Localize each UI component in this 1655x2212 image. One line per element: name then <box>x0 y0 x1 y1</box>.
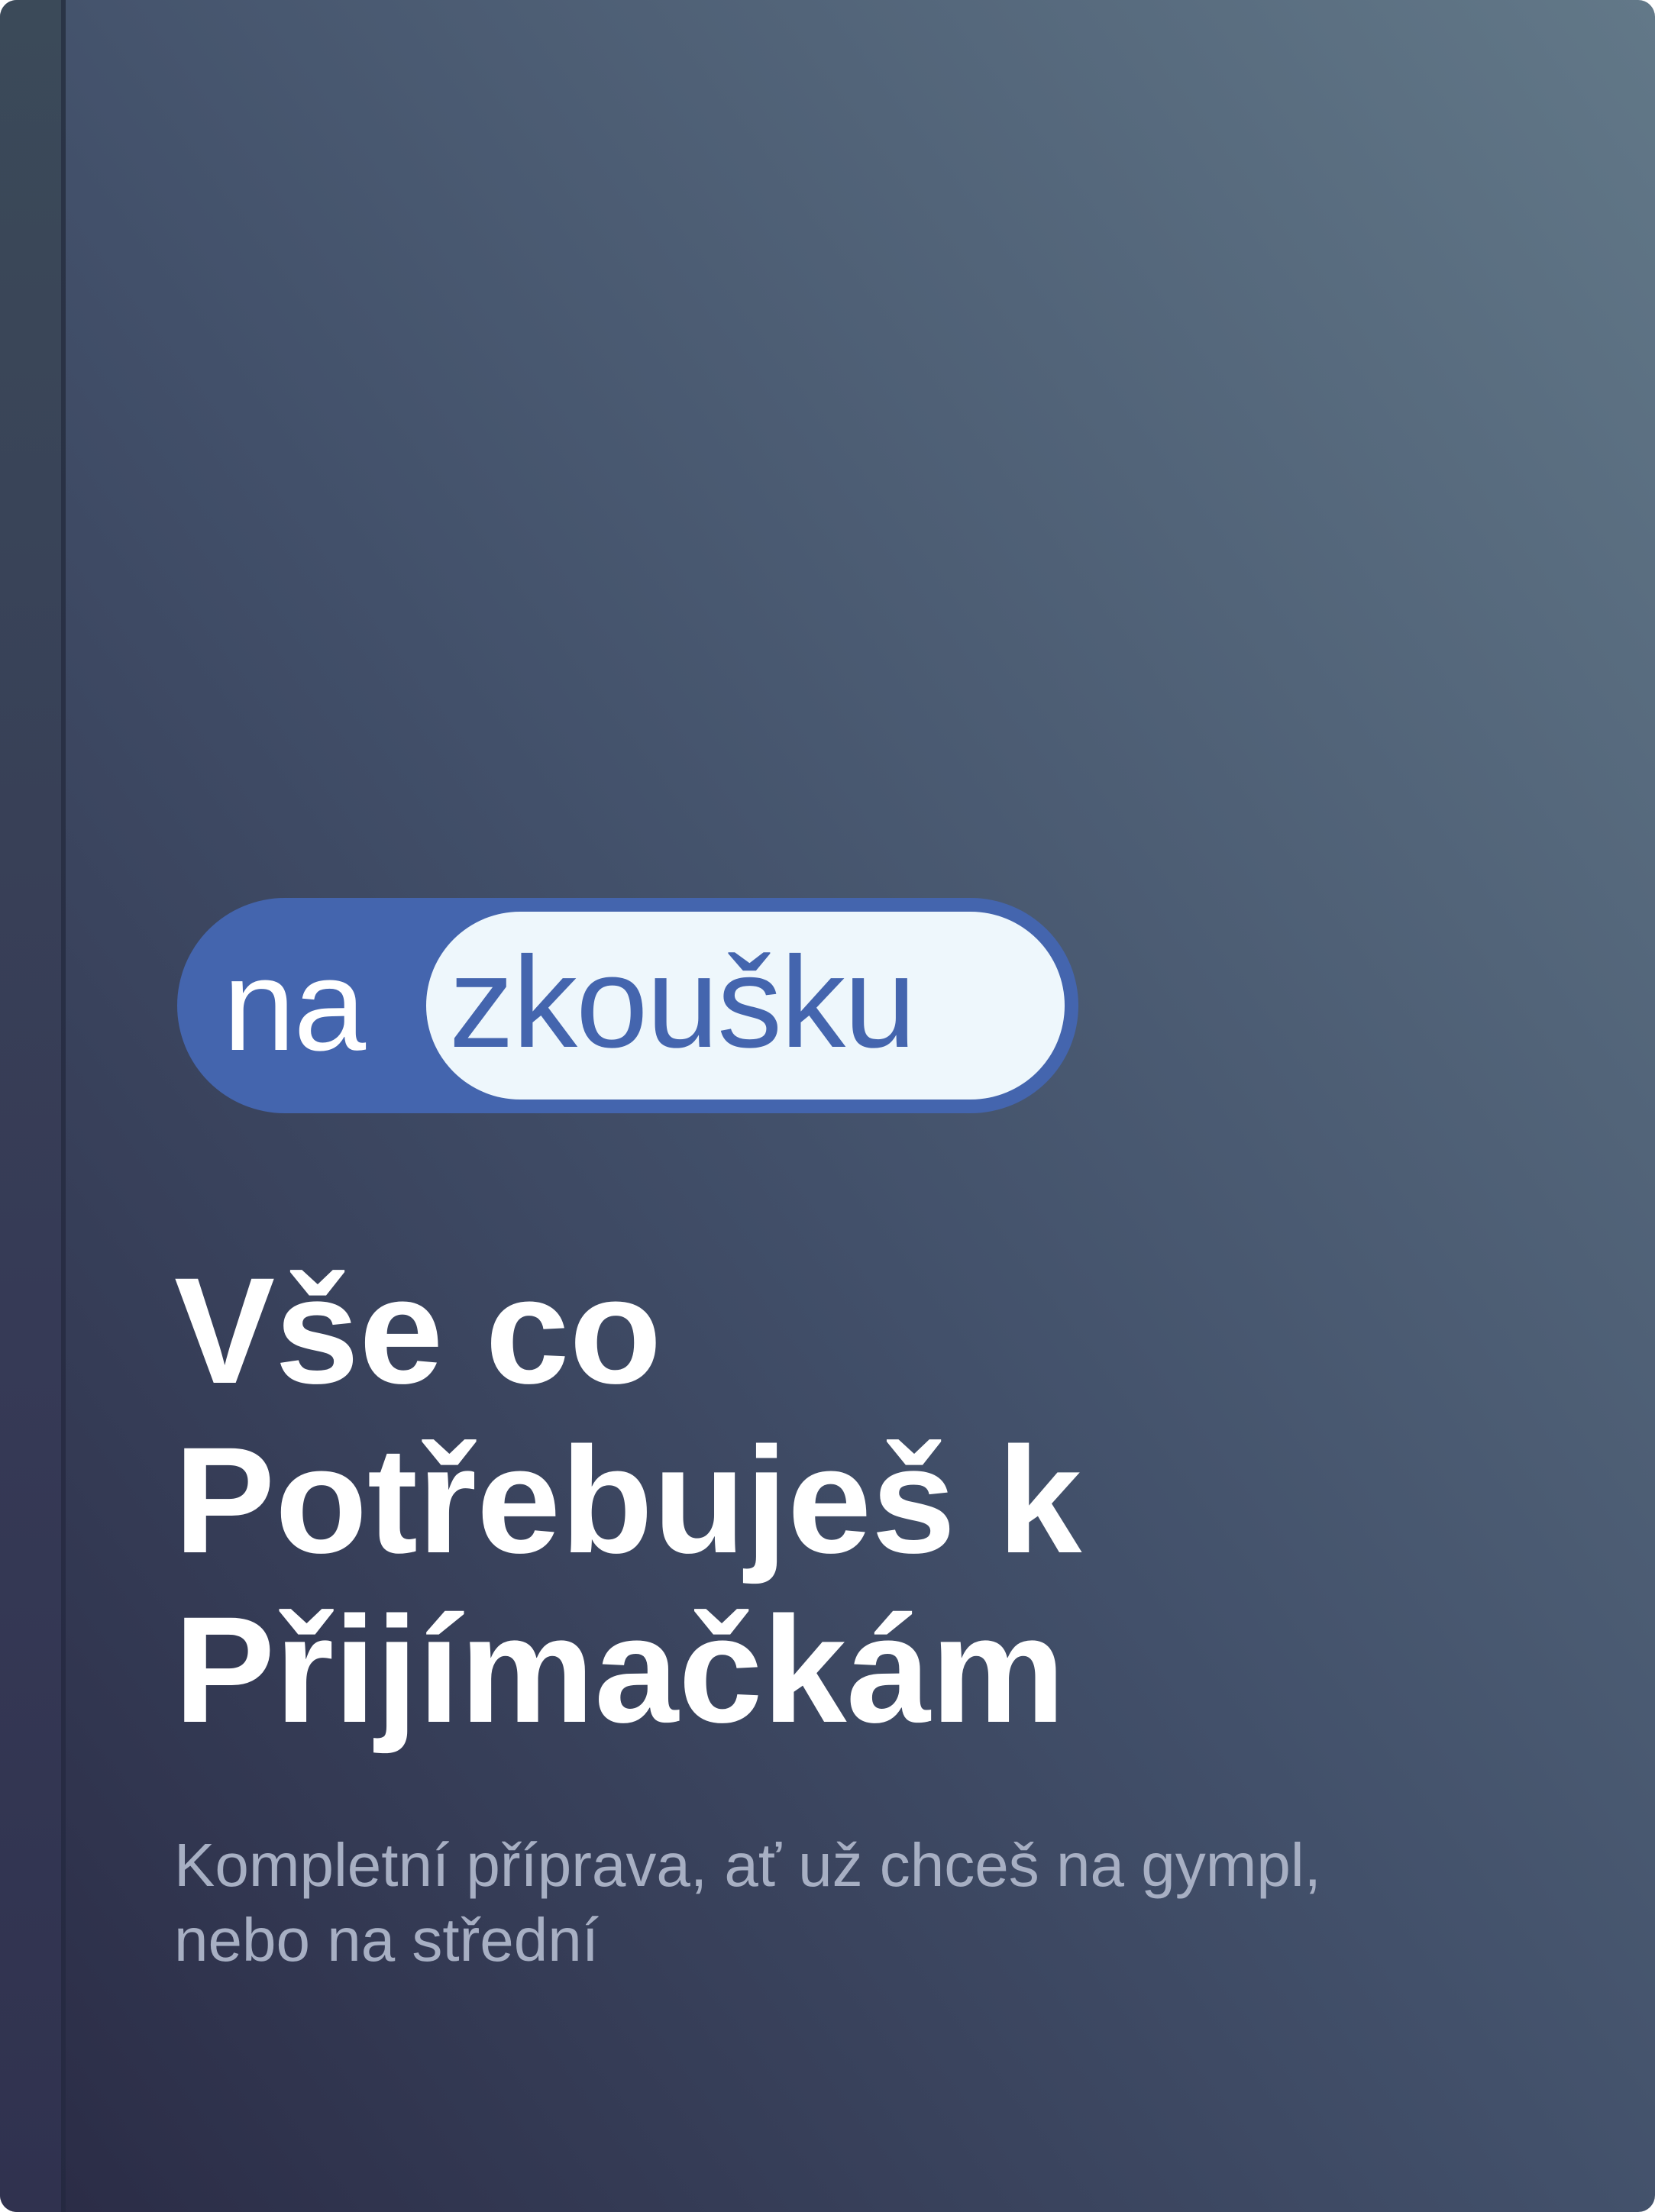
nazkousku-logo: na zkoušku <box>177 898 1078 1113</box>
title-line-3: Přijímačkám <box>174 1585 1065 1754</box>
logo-pill: zkoušku <box>426 912 1065 1100</box>
book-subtitle: Kompletní příprava, ať už chceš na gympl… <box>174 1828 1595 1978</box>
book-title: Vše co Potřebuješ k Přijímačkám <box>174 1246 1610 1755</box>
spine-edge <box>61 0 66 2212</box>
book-spine <box>0 0 66 2212</box>
logo-word: zkoušku <box>449 930 916 1075</box>
book-cover: na zkoušku Vše co Potřebuješ k Přijímačk… <box>0 0 1655 2212</box>
subtitle-line-2: nebo na střední <box>174 1906 599 1974</box>
title-line-2: Potřebuješ k <box>174 1416 1082 1584</box>
logo-prefix: na <box>223 933 366 1078</box>
subtitle-line-1: Kompletní příprava, ať už chceš na gympl… <box>174 1831 1321 1899</box>
title-line-1: Vše co <box>174 1246 662 1415</box>
